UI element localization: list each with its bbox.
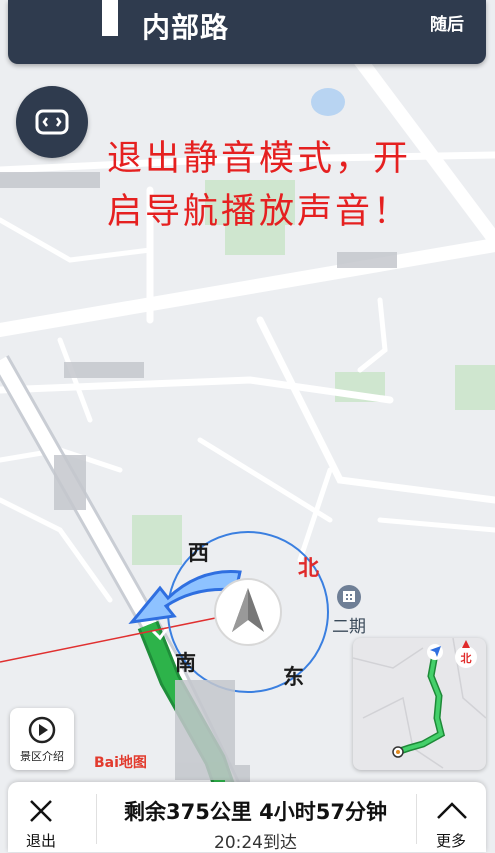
map-logo: Bai地图 xyxy=(94,755,147,771)
blurred-label xyxy=(337,252,397,268)
scenic-intro-button[interactable]: 景区介绍 xyxy=(10,708,74,770)
chevron-up-icon[interactable] xyxy=(436,800,468,820)
compass-west-label: 西 xyxy=(188,541,209,565)
north-pointer-icon xyxy=(462,640,470,648)
scenic-intro-label: 景区介绍 xyxy=(20,750,64,763)
overlay-caption-line1: 退出静音模式，开 xyxy=(107,139,412,179)
play-circle-icon xyxy=(28,716,56,744)
straight-arrow-icon xyxy=(102,0,118,36)
poi-label[interactable]: 二期 xyxy=(332,612,366,637)
more-button[interactable]: 更多 xyxy=(436,830,466,851)
route-overview-minimap[interactable]: 北 xyxy=(353,638,486,770)
robot-face-icon xyxy=(35,109,69,135)
compass-south-label: 南 xyxy=(175,651,196,675)
minimap-road xyxy=(362,696,444,769)
water-area xyxy=(311,88,345,116)
blurred-label xyxy=(54,455,86,510)
divider xyxy=(416,794,417,844)
blurred-label xyxy=(64,362,144,378)
green-area xyxy=(132,515,182,565)
minimap-north-label: 北 xyxy=(461,651,472,665)
turn-guidance-bar: 内部路 随后 xyxy=(8,0,486,64)
compass-east-label: 东 xyxy=(283,665,304,689)
green-area xyxy=(455,365,495,410)
divider xyxy=(96,794,97,844)
then-label: 随后 xyxy=(430,15,464,35)
blurred-label xyxy=(0,172,100,188)
bottom-trip-panel: 退出 剩余375公里 4小时57分钟 20:24到达 更多 xyxy=(8,782,486,853)
compass-north-label: 北 xyxy=(298,556,319,580)
road-name: 内部路 xyxy=(142,11,230,44)
arrival-time: 20:24到达 xyxy=(214,833,297,853)
voice-assistant-button[interactable] xyxy=(16,86,88,158)
exit-button[interactable]: 退出 xyxy=(26,830,56,851)
minimap-road xyxy=(353,647,424,669)
building-pin-icon xyxy=(337,585,361,609)
overlay-caption-line2: 启导航播放声音！ xyxy=(107,192,412,232)
remaining-distance-time: 剩余375公里 4小时57分钟 xyxy=(124,800,387,824)
close-icon[interactable] xyxy=(28,798,54,824)
